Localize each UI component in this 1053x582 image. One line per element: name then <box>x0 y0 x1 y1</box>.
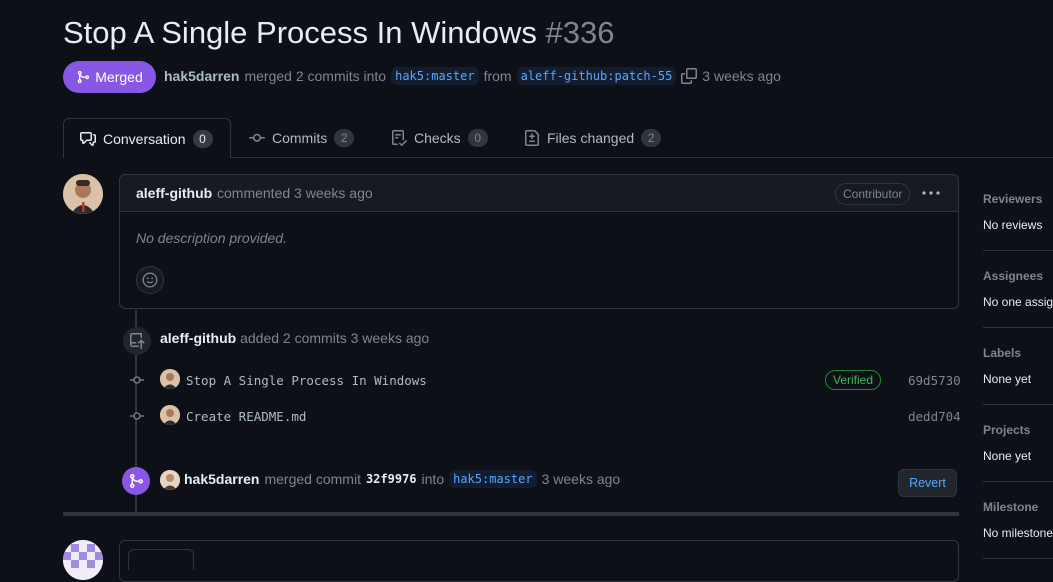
sidebar-heading-milestone[interactable]: Milestone <box>983 500 1038 514</box>
smiley-icon[interactable] <box>136 266 164 294</box>
pr-number: #336 <box>545 15 615 50</box>
merger-link[interactable]: hak5darren <box>164 68 239 84</box>
commits-action: added 2 commits 3 weeks ago <box>240 330 430 346</box>
revert-button[interactable]: Revert <box>898 469 957 497</box>
git-merge-icon <box>76 70 90 84</box>
page-title: Stop A Single Process In Windows #336 <box>63 14 614 52</box>
comment-author[interactable]: aleff-github <box>136 185 212 201</box>
tab-counter: 2 <box>641 129 662 147</box>
comment-action: commented 3 weeks ago <box>217 185 373 201</box>
avatar[interactable] <box>63 174 103 214</box>
repo-push-icon <box>123 327 151 355</box>
file-diff-icon <box>524 130 540 146</box>
sidebar-value-assignees: No one assigned <box>983 295 1053 309</box>
sidebar-value-projects: None yet <box>983 449 1032 463</box>
commit-message[interactable]: Create README.md <box>186 409 306 424</box>
commit-sha[interactable]: dedd704 <box>908 409 961 424</box>
commit-message[interactable]: Stop A Single Process In Windows <box>186 373 427 388</box>
avatar[interactable] <box>160 470 180 490</box>
git-commit-icon <box>130 375 144 385</box>
pr-meta: hak5darren merged 2 commits into hak5:ma… <box>164 66 781 86</box>
contributor-badge: Contributor <box>835 183 911 205</box>
sidebar-divider <box>983 558 1053 559</box>
merge-commit-sha[interactable]: 32f9976 <box>366 472 417 486</box>
merge-author[interactable]: hak5darren <box>184 471 259 487</box>
sidebar-divider <box>983 481 1053 482</box>
pr-title: Stop A Single Process In Windows <box>63 15 537 50</box>
commits-author[interactable]: aleff-github <box>160 330 236 346</box>
merge-text: merged 2 commits into <box>244 68 387 84</box>
git-merge-icon <box>122 467 150 495</box>
head-branch[interactable]: aleff-github:patch-55 <box>516 67 677 85</box>
comment-body: No description provided. <box>136 230 287 246</box>
tab-label: Checks <box>414 130 461 146</box>
sidebar-divider <box>983 404 1053 405</box>
sidebar-value-reviewers: No reviews <box>983 218 1043 232</box>
comment-box: aleff-github commented 3 weeks ago Contr… <box>119 174 959 309</box>
git-commit-icon <box>130 411 144 421</box>
base-branch[interactable]: hak5:master <box>391 67 479 85</box>
avatar[interactable] <box>160 369 180 389</box>
tab-commits[interactable]: Commits 2 <box>249 118 355 158</box>
sidebar-value-labels: None yet <box>983 372 1032 386</box>
sidebar-heading-projects[interactable]: Projects <box>983 423 1030 437</box>
tab-checks[interactable]: Checks 0 <box>391 118 488 158</box>
merge-time: 3 weeks ago <box>541 471 621 487</box>
merged-state-badge: Merged <box>63 61 156 93</box>
comment-composer[interactable] <box>119 540 959 582</box>
commit-sha[interactable]: 69d5730 <box>908 373 961 388</box>
comment-header: aleff-github commented 3 weeks ago Contr… <box>120 175 958 212</box>
sidebar-divider <box>983 250 1053 251</box>
tab-files-changed[interactable]: Files changed 2 <box>524 118 662 158</box>
tab-label: Conversation <box>103 130 186 147</box>
timeline-separator <box>63 512 959 516</box>
sidebar-divider <box>983 327 1053 328</box>
pr-time: 3 weeks ago <box>702 68 781 84</box>
comment-discussion-icon <box>80 131 96 147</box>
git-commit-icon <box>249 130 265 146</box>
sidebar-heading-assignees[interactable]: Assignees <box>983 269 1043 283</box>
avatar[interactable] <box>160 405 180 425</box>
verified-badge[interactable]: Verified <box>825 370 882 390</box>
tab-conversation[interactable]: Conversation 0 <box>63 118 231 158</box>
sidebar-heading-reviewers[interactable]: Reviewers <box>983 192 1042 206</box>
tab-label: Commits <box>272 130 328 146</box>
kebab-horizontal-icon[interactable] <box>920 184 942 202</box>
tab-counter: 0 <box>467 129 488 147</box>
merge-event: hak5darren merged commit 32f9976 into ha… <box>184 470 620 488</box>
sidebar-heading-labels[interactable]: Labels <box>983 346 1021 360</box>
state-label: Merged <box>95 69 143 85</box>
merge-action: merged commit <box>264 471 361 487</box>
into-text: into <box>421 471 445 487</box>
composer-write-tab[interactable] <box>128 549 194 570</box>
sidebar-value-milestone: No milestone <box>983 526 1053 540</box>
from-text: from <box>483 68 512 84</box>
avatar[interactable] <box>63 540 103 580</box>
tab-counter: 0 <box>192 129 213 148</box>
tab-counter: 2 <box>334 129 355 147</box>
tab-label: Files changed <box>547 130 635 146</box>
checklist-icon <box>391 130 407 146</box>
merge-branch[interactable]: hak5:master <box>449 470 537 488</box>
copy-icon[interactable] <box>681 68 698 84</box>
commits-event: aleff-github added 2 commits 3 weeks ago <box>160 330 429 346</box>
